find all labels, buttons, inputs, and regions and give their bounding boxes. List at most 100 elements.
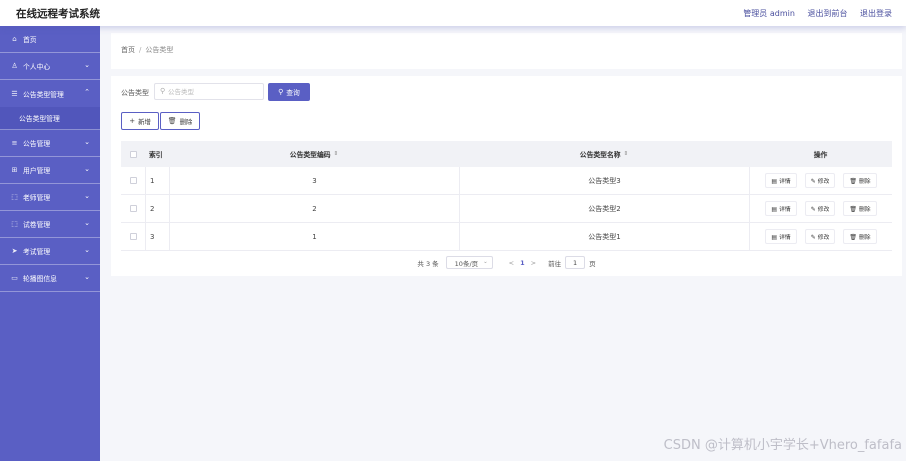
row-index: 2 — [145, 195, 169, 222]
sidebar-item-label: 轮播图信息 — [23, 275, 57, 283]
detail-button-label: 详情 — [779, 207, 791, 213]
pagination-total: 共 3 条 — [417, 259, 439, 268]
row-delete-button[interactable]: 🗑 删除 — [843, 173, 877, 188]
document-icon: ▤ — [771, 206, 778, 213]
search-input[interactable] — [168, 86, 260, 98]
sort-icon[interactable]: ⇕ — [624, 151, 629, 157]
chevron-down-icon: ⌄ — [84, 246, 90, 254]
pencil-icon: ✎ — [810, 178, 816, 185]
row-name: 公告类型1 — [459, 223, 749, 250]
page-size-select[interactable]: 10条/页 ⌄ — [445, 256, 493, 269]
row-checkbox[interactable] — [129, 177, 137, 184]
table-row: 2 2 公告类型2 ▤ 详情 ✎ 修改 🗑 删除 — [121, 195, 892, 223]
row-ops: ▤ 详情 ✎ 修改 🗑 删除 — [749, 195, 892, 222]
row-checkbox[interactable] — [129, 233, 137, 240]
row-name: 公告类型2 — [459, 195, 749, 222]
add-button-label: 新增 — [138, 118, 151, 126]
next-page-button[interactable]: > — [531, 259, 536, 267]
sidebar-item-notice[interactable]: ≡ 公告管理 ⌄ — [0, 130, 100, 157]
admin-user-link[interactable]: 管理员 admin — [743, 9, 795, 18]
search-field[interactable]: ⚲ — [154, 83, 264, 100]
header-code-label: 公告类型编码 — [289, 151, 331, 159]
breadcrumb-separator: / — [139, 46, 142, 54]
sidebar-item-label: 公告类型管理 — [23, 90, 64, 99]
query-button[interactable]: ⚲ 查询 — [268, 83, 310, 101]
select-all-checkbox[interactable] — [129, 150, 137, 158]
document-icon: ▤ — [771, 234, 778, 241]
user-links: 管理员 admin 退出到前台 退出登录 — [733, 8, 892, 19]
sidebar-item-notice-type[interactable]: ☰ 公告类型管理 ⌃ — [0, 80, 100, 107]
sidebar-item-label: 考试管理 — [23, 248, 51, 256]
sidebar-item-users[interactable]: ⊞ 用户管理 ⌄ — [0, 157, 100, 184]
top-bar: 在线远程考试系统 管理员 admin 退出到前台 退出登录 — [0, 0, 906, 26]
detail-button-label: 详情 — [779, 179, 791, 185]
row-index: 1 — [145, 167, 169, 194]
add-button[interactable]: + 新增 — [121, 112, 159, 130]
page-size-value: 10条/页 — [454, 259, 479, 268]
app-title: 在线远程考试系统 — [16, 8, 100, 20]
detail-button[interactable]: ▤ 详情 — [765, 201, 797, 216]
grid-icon: ⊞ — [11, 166, 18, 174]
edit-button[interactable]: ✎ 修改 — [804, 229, 836, 244]
select-all-cell — [121, 150, 145, 158]
row-delete-button[interactable]: 🗑 删除 — [843, 229, 877, 244]
frame-icon: ⬚ — [11, 220, 18, 228]
row-checkbox[interactable] — [129, 205, 137, 212]
row-delete-button[interactable]: 🗑 删除 — [843, 201, 877, 216]
page-number-current[interactable]: 1 — [520, 259, 525, 267]
breadcrumb-home[interactable]: 首页 — [121, 46, 135, 54]
pagination: 共 3 条 10条/页 ⌄ < 1 > 前往 页 — [111, 256, 902, 269]
delete-button[interactable]: 🗑 删除 — [160, 112, 200, 130]
page-suffix: 页 — [589, 259, 596, 268]
chevron-down-icon: ⌄ — [483, 259, 488, 265]
list-icon: ☰ — [11, 89, 18, 98]
detail-button[interactable]: ▤ 详情 — [765, 229, 797, 244]
header-index: 索引 — [149, 151, 163, 159]
table-header: 索引 公告类型编码 ⇕ 公告类型名称 ⇕ 操作 — [121, 141, 892, 167]
notice-type-table: 索引 公告类型编码 ⇕ 公告类型名称 ⇕ 操作 1 3 公告类型3 ▤ 详情 ✎ 修改 … — [121, 141, 892, 251]
sidebar-item-label: 用户管理 — [23, 167, 51, 175]
goto-label: 前往 — [548, 259, 562, 268]
chevron-down-icon: ⌄ — [84, 219, 90, 227]
row-select-cell — [121, 205, 145, 212]
home-icon: ⌂ — [12, 35, 17, 43]
breadcrumb-card: 首页 / 公告类型 — [111, 33, 902, 69]
menu-icon: ≡ — [11, 139, 18, 147]
sidebar-subitem-notice-type-manage[interactable]: 公告类型管理 — [0, 107, 100, 130]
edit-button[interactable]: ✎ 修改 — [804, 173, 836, 188]
trash-icon: 🗑 — [167, 117, 177, 125]
edit-button-label: 修改 — [817, 179, 830, 185]
detail-button[interactable]: ▤ 详情 — [765, 173, 797, 188]
sidebar-item-profile[interactable]: ♙ 个人中心 ⌄ — [0, 53, 100, 80]
logout-link[interactable]: 退出登录 — [860, 9, 892, 18]
row-code: 3 — [169, 167, 459, 194]
sidebar-item-carousel[interactable]: ▭ 轮播图信息 ⌄ — [0, 265, 100, 292]
plus-icon: + — [129, 117, 136, 125]
search-icon: ⚲ — [160, 87, 166, 95]
sidebar-item-label: 老师管理 — [23, 194, 51, 202]
query-button-label: 查询 — [286, 89, 300, 97]
pencil-icon: ✎ — [810, 234, 816, 241]
sidebar-item-teachers[interactable]: ⬚ 老师管理 ⌄ — [0, 184, 100, 211]
sidebar-item-home[interactable]: ⌂ 首页 — [0, 26, 100, 53]
header-name[interactable]: 公告类型名称 ⇕ — [459, 141, 749, 167]
row-ops: ▤ 详情 ✎ 修改 🗑 删除 — [749, 167, 892, 194]
edit-button[interactable]: ✎ 修改 — [804, 201, 836, 216]
prev-page-button[interactable]: < — [509, 259, 514, 267]
header-code[interactable]: 公告类型编码 ⇕ — [169, 141, 459, 167]
breadcrumb: 首页 / 公告类型 — [121, 45, 173, 55]
breadcrumb-current: 公告类型 — [145, 46, 174, 54]
trash-icon: 🗑 — [849, 234, 857, 241]
chevron-down-icon: ⌄ — [84, 273, 90, 281]
document-icon: ▤ — [771, 178, 778, 185]
back-to-front-link[interactable]: 退出到前台 — [807, 9, 847, 18]
sidebar-item-papers[interactable]: ⬚ 试卷管理 ⌄ — [0, 211, 100, 238]
user-icon: ♙ — [11, 62, 18, 70]
sidebar: ⌂ 首页 ♙ 个人中心 ⌄ ☰ 公告类型管理 ⌃ 公告类型管理 ≡ 公告管理 ⌄… — [0, 26, 100, 461]
goto-page-input[interactable] — [565, 256, 586, 269]
sort-icon[interactable]: ⇕ — [334, 151, 339, 157]
sidebar-item-exams[interactable]: ➤ 考试管理 ⌄ — [0, 238, 100, 265]
table-row: 1 3 公告类型3 ▤ 详情 ✎ 修改 🗑 删除 — [121, 167, 892, 195]
search-icon: ⚲ — [278, 88, 284, 96]
row-name: 公告类型3 — [459, 167, 749, 194]
